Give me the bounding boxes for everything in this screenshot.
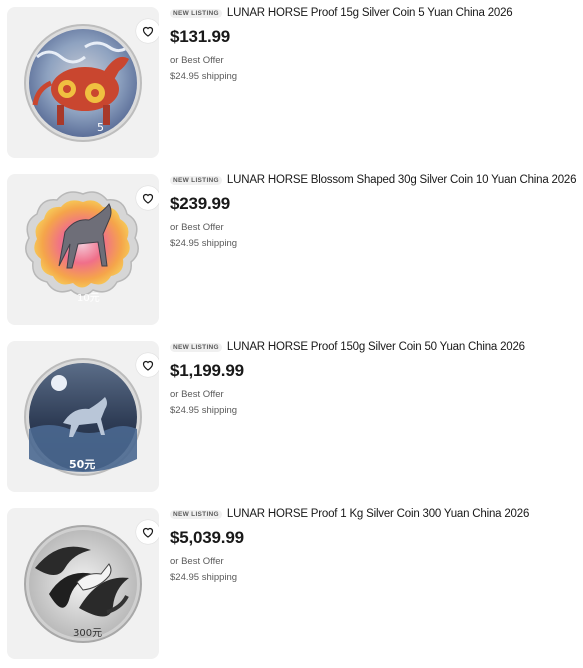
- coin-denomination-text: 300元: [73, 628, 102, 639]
- listing-item[interactable]: 5 NEW LISTING LUNAR HORSE Proof 15g Silv…: [0, 0, 583, 167]
- heart-icon[interactable]: [136, 186, 159, 210]
- listing-title[interactable]: LUNAR HORSE Proof 1 Kg Silver Coin 300 Y…: [227, 508, 529, 520]
- listing-title[interactable]: LUNAR HORSE Proof 150g Silver Coin 50 Yu…: [227, 341, 525, 353]
- listing-price: $5,039.99: [170, 528, 244, 547]
- new-listing-badge: NEW LISTING: [170, 9, 222, 18]
- coin-denomination-text: 10元: [77, 293, 100, 304]
- shipping-cost: $24.95 shipping: [170, 71, 238, 82]
- best-offer-text: or Best Offer: [170, 222, 224, 233]
- listing-price: $131.99: [170, 27, 231, 46]
- coin-denomination-text: 5: [97, 121, 104, 134]
- heart-icon[interactable]: [136, 19, 159, 43]
- new-listing-badge: NEW LISTING: [170, 510, 222, 519]
- listing-title[interactable]: LUNAR HORSE Proof 15g Silver Coin 5 Yuan…: [227, 7, 513, 19]
- heart-icon[interactable]: [136, 520, 159, 544]
- listing-item[interactable]: 300元 NEW LISTING LUNAR HORSE Proof 1 Kg …: [0, 501, 583, 668]
- best-offer-text: or Best Offer: [170, 55, 224, 66]
- listing-title[interactable]: LUNAR HORSE Blossom Shaped 30g Silver Co…: [227, 174, 577, 186]
- new-listing-badge: NEW LISTING: [170, 343, 222, 352]
- listing-image-link[interactable]: 10元: [7, 174, 159, 325]
- heart-icon[interactable]: [136, 353, 159, 377]
- listing-price: $239.99: [170, 194, 231, 213]
- shipping-cost: $24.95 shipping: [170, 405, 238, 416]
- best-offer-text: or Best Offer: [170, 389, 224, 400]
- best-offer-text: or Best Offer: [170, 556, 224, 567]
- listing-image-link[interactable]: 5: [7, 7, 159, 158]
- listing-price: $1,199.99: [170, 361, 244, 380]
- search-results-list: 5 NEW LISTING LUNAR HORSE Proof 15g Silv…: [0, 0, 583, 659]
- listing-image-link[interactable]: 50元: [7, 341, 159, 492]
- listing-item[interactable]: 50元 NEW LISTING LUNAR HORSE Proof 150g S…: [0, 334, 583, 501]
- shipping-cost: $24.95 shipping: [170, 238, 238, 249]
- coin-denomination-text: 50元: [69, 458, 95, 471]
- shipping-cost: $24.95 shipping: [170, 572, 238, 583]
- listing-item[interactable]: 10元 NEW LISTING LUNAR HORSE Blossom Shap…: [0, 167, 583, 334]
- new-listing-badge: NEW LISTING: [170, 176, 222, 185]
- listing-image-link[interactable]: 300元: [7, 508, 159, 659]
